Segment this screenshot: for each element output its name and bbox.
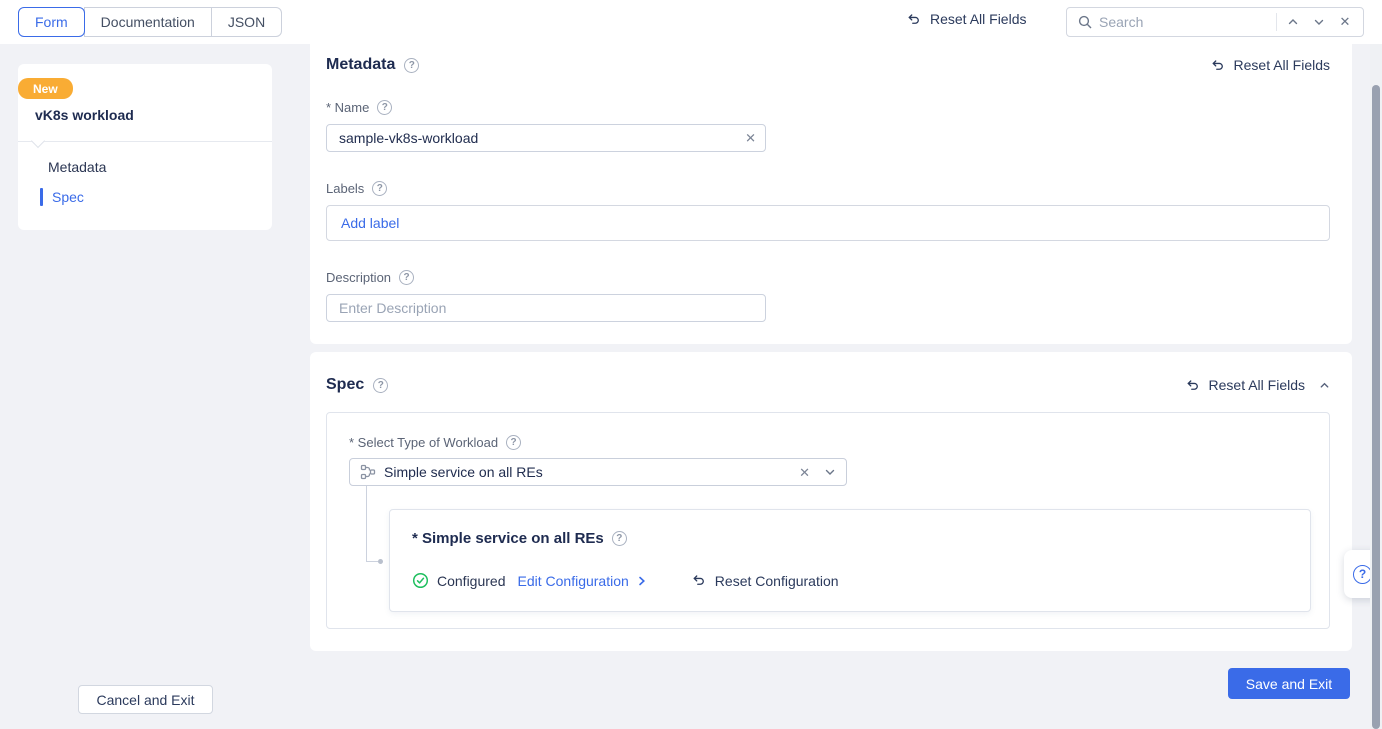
search-close-icon[interactable]: ✕ (1335, 12, 1355, 32)
object-nav-panel: New vK8s workload Metadata Spec (18, 64, 272, 230)
reset-all-fields-label: Reset All Fields (930, 11, 1026, 27)
sidebar-divider-notch (31, 134, 45, 148)
name-field-label: * Name (326, 100, 369, 115)
spec-section: Spec ? Reset All Fields * Select Type of… (310, 352, 1352, 651)
connector-line-vertical (366, 486, 367, 561)
clear-selection-icon[interactable]: ✕ (799, 466, 810, 479)
spec-section-title: Spec (326, 376, 364, 394)
edit-configuration-label: Edit Configuration (518, 573, 629, 589)
name-input[interactable] (326, 124, 766, 152)
spec-form-container: * Select Type of Workload ? Simple servi… (326, 412, 1330, 629)
search-box: ✕ (1066, 7, 1364, 37)
save-and-exit-button[interactable]: Save and Exit (1228, 668, 1350, 699)
configured-status-label: Configured (437, 573, 506, 589)
metadata-section: Metadata ? Reset All Fields * Name ? ✕ L… (310, 44, 1352, 344)
scrollbar-thumb[interactable] (1372, 85, 1380, 729)
chevron-right-icon (636, 575, 648, 587)
metadata-reset-all-fields-button[interactable]: Reset All Fields (1209, 57, 1330, 73)
spec-reset-label: Reset All Fields (1209, 377, 1305, 393)
workload-config-card: * Simple service on all REs ? Configured… (389, 509, 1311, 612)
search-prev-button[interactable] (1283, 12, 1303, 32)
search-divider (1276, 13, 1277, 31)
chevron-down-icon[interactable] (824, 466, 836, 478)
workload-type-value: Simple service on all REs (384, 464, 791, 480)
undo-icon (1209, 58, 1226, 73)
edit-configuration-link[interactable]: Edit Configuration (518, 573, 648, 589)
help-icon[interactable]: ? (399, 270, 414, 285)
labels-field-label: Labels (326, 181, 364, 196)
help-icon[interactable]: ? (404, 58, 419, 73)
undo-icon (690, 573, 707, 588)
spec-reset-all-fields-button[interactable]: Reset All Fields (1184, 377, 1305, 393)
search-next-button[interactable] (1309, 12, 1329, 32)
workload-type-select[interactable]: Simple service on all REs ✕ (349, 458, 847, 486)
metadata-section-title: Metadata (326, 56, 395, 74)
sidebar-divider (18, 141, 272, 142)
reset-configuration-button[interactable]: Reset Configuration (690, 573, 839, 589)
search-input[interactable] (1099, 14, 1270, 30)
sidebar-item-spec[interactable]: Spec (18, 182, 272, 212)
metadata-reset-label: Reset All Fields (1234, 57, 1330, 73)
workflow-icon (360, 464, 376, 480)
tab-documentation[interactable]: Documentation (84, 7, 212, 37)
workload-config-title: * Simple service on all REs (412, 530, 604, 547)
sidebar-item-metadata[interactable]: Metadata (18, 152, 272, 182)
view-tab-group: Form Documentation JSON (18, 7, 282, 37)
reset-all-fields-button[interactable]: Reset All Fields (905, 11, 1026, 27)
configured-check-icon (412, 572, 429, 589)
help-icon[interactable]: ? (372, 181, 387, 196)
search-icon (1077, 14, 1093, 30)
description-field-label: Description (326, 270, 391, 285)
object-title: vK8s workload (35, 107, 134, 123)
add-label-button[interactable]: Add label (341, 215, 399, 231)
collapse-section-icon[interactable] (1319, 380, 1330, 391)
top-bar: Form Documentation JSON Reset All Fields… (0, 0, 1382, 44)
clear-name-icon[interactable]: ✕ (745, 132, 756, 145)
tab-form[interactable]: Form (18, 7, 85, 37)
undo-icon (1184, 378, 1201, 393)
section-nav: Metadata Spec (18, 152, 272, 212)
help-icon[interactable]: ? (612, 531, 627, 546)
reset-configuration-label: Reset Configuration (715, 573, 839, 589)
connector-line-horizontal (366, 561, 378, 562)
cancel-and-exit-button[interactable]: Cancel and Exit (78, 685, 213, 714)
workload-type-label: * Select Type of Workload (349, 435, 498, 450)
help-icon[interactable]: ? (377, 100, 392, 115)
undo-icon (905, 12, 922, 27)
labels-box: Add label (326, 205, 1330, 241)
description-input[interactable] (326, 294, 766, 322)
status-badge: New (18, 78, 73, 99)
connector-dot (378, 559, 383, 564)
scrollbar-track[interactable] (1370, 44, 1382, 729)
help-icon[interactable]: ? (373, 378, 388, 393)
tab-json[interactable]: JSON (211, 7, 282, 37)
help-icon[interactable]: ? (506, 435, 521, 450)
